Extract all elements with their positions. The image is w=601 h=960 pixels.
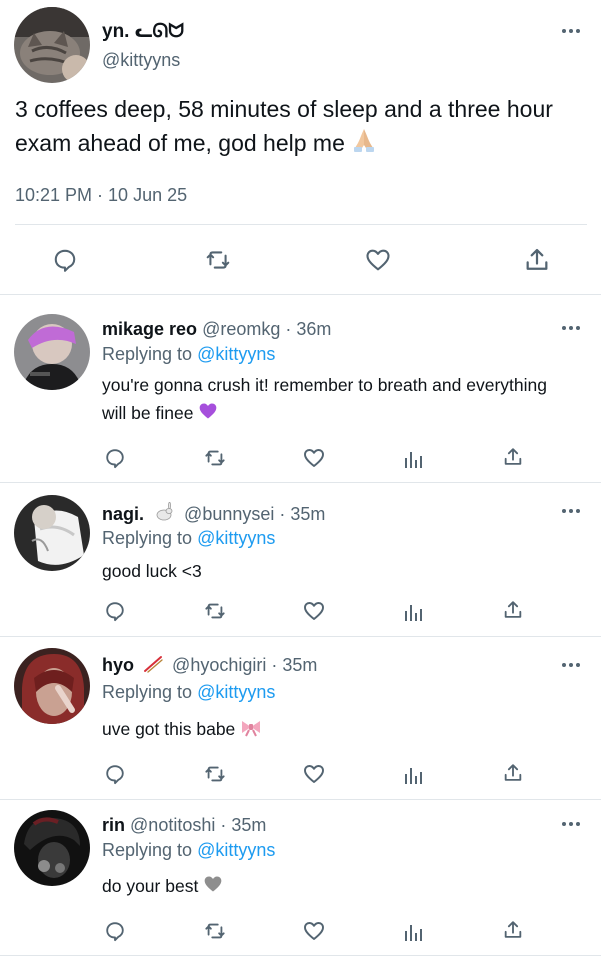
reply-text: good luck <3 [102, 557, 562, 585]
more-options-icon[interactable] [562, 661, 582, 669]
avatar[interactable] [14, 495, 90, 571]
display-name[interactable]: mikage reo [102, 319, 197, 339]
more-options-icon[interactable] [562, 507, 582, 515]
replying-to: Replying to @kittyyns [102, 682, 275, 703]
display-name[interactable]: yn. ᓚᘏᗢ [102, 20, 184, 43]
like-icon[interactable] [364, 246, 392, 274]
reply-tweet[interactable]: mikage reo @reomkg · 36m Replying to @ki… [0, 295, 601, 483]
reply-time: · 35m [271, 655, 318, 675]
reply-header: rin @notitoshi · 35m [102, 815, 266, 836]
tweet-timestamp[interactable]: 10:21 PM · 10 Jun 25 [15, 185, 187, 206]
replying-to-link[interactable]: @kittyyns [197, 344, 275, 364]
reply-time: · 35m [279, 504, 326, 524]
views-icon[interactable] [403, 448, 425, 470]
like-icon[interactable] [302, 599, 326, 623]
folded-hands-emoji-icon [354, 129, 375, 152]
divider [0, 955, 601, 956]
replying-to-link[interactable]: @kittyyns [197, 528, 275, 548]
views-icon[interactable] [403, 764, 425, 786]
handle[interactable]: @hyochigiri [172, 655, 266, 675]
ribbon-emoji-icon [242, 721, 261, 737]
share-icon[interactable] [523, 246, 551, 274]
replying-to: Replying to @kittyyns [102, 840, 275, 861]
reply-time: · 35m [220, 815, 267, 835]
retweet-icon[interactable] [203, 920, 227, 942]
reply-icon[interactable] [52, 247, 78, 273]
rabbit-emoji-icon [156, 502, 173, 521]
share-icon[interactable] [502, 446, 524, 468]
grey-heart-emoji-icon [204, 876, 222, 892]
reply-icon[interactable] [104, 447, 126, 469]
like-icon[interactable] [302, 446, 326, 470]
like-icon[interactable] [302, 762, 326, 786]
share-icon[interactable] [502, 599, 524, 621]
display-name[interactable]: nagi. [102, 504, 144, 524]
avatar[interactable] [14, 648, 90, 724]
reply-header: mikage reo @reomkg · 36m [102, 319, 331, 340]
replying-to: Replying to @kittyyns [102, 344, 275, 365]
reply-header: hyo @hyochigiri · 35m [102, 655, 317, 676]
reply-tweet[interactable]: hyo @hyochigiri · 35m Replying to @kitty… [0, 637, 601, 800]
reply-icon[interactable] [104, 600, 126, 622]
avatar[interactable] [14, 7, 90, 83]
handle[interactable]: @notitoshi [130, 815, 215, 835]
retweet-icon[interactable] [203, 600, 227, 622]
more-options-icon[interactable] [562, 27, 582, 35]
avatar[interactable] [14, 314, 90, 390]
reply-text-content: good luck <3 [102, 561, 202, 581]
retweet-icon[interactable] [203, 447, 227, 469]
replying-to-label: Replying to [102, 528, 193, 548]
handle[interactable]: @reomkg [202, 319, 280, 339]
reply-icon[interactable] [104, 920, 126, 942]
retweet-icon[interactable] [203, 763, 227, 785]
reply-text: uve got this babe [102, 715, 562, 743]
replying-to-link[interactable]: @kittyyns [197, 840, 275, 860]
more-options-icon[interactable] [562, 324, 582, 332]
tweet-text-content: 3 coffees deep, 58 minutes of sleep and … [15, 96, 553, 156]
replying-to-link[interactable]: @kittyyns [197, 682, 275, 702]
replying-to-label: Replying to [102, 682, 193, 702]
like-icon[interactable] [302, 919, 326, 943]
views-icon[interactable] [403, 921, 425, 943]
reply-header: nagi. @bunnysei · 35m [102, 502, 325, 525]
reply-icon[interactable] [104, 763, 126, 785]
replying-to: Replying to @kittyyns [102, 528, 275, 549]
reply-text: do your best [102, 872, 562, 900]
main-tweet: yn. ᓚᘏᗢ @kittyyns 3 coffees deep, 58 min… [0, 0, 601, 295]
replying-to-label: Replying to [102, 344, 193, 364]
reply-tweet[interactable]: nagi. @bunnysei · 35m Replying to @kitty… [0, 483, 601, 637]
reply-text-content: do your best [102, 876, 199, 896]
replying-to-label: Replying to [102, 840, 193, 860]
views-icon[interactable] [403, 601, 425, 623]
handle[interactable]: @bunnysei [184, 504, 274, 524]
reply-tweet[interactable]: rin @notitoshi · 35m Replying to @kittyy… [0, 800, 601, 960]
divider [15, 224, 587, 225]
display-name[interactable]: rin [102, 815, 125, 835]
more-options-icon[interactable] [562, 820, 582, 828]
share-icon[interactable] [502, 762, 524, 784]
reply-text-content: you're gonna crush it! remember to breat… [102, 375, 547, 423]
handle[interactable]: @kittyyns [102, 50, 180, 71]
display-name[interactable]: hyo [102, 655, 134, 675]
reply-text-content: uve got this babe [102, 719, 236, 739]
chopsticks-emoji-icon [144, 656, 163, 673]
purple-heart-emoji-icon [199, 403, 217, 419]
retweet-icon[interactable] [205, 247, 231, 273]
reply-text: you're gonna crush it! remember to breat… [102, 371, 562, 427]
reply-time: · 36m [285, 319, 332, 339]
share-icon[interactable] [502, 919, 524, 941]
avatar[interactable] [14, 810, 90, 886]
tweet-text: 3 coffees deep, 58 minutes of sleep and … [15, 92, 590, 160]
